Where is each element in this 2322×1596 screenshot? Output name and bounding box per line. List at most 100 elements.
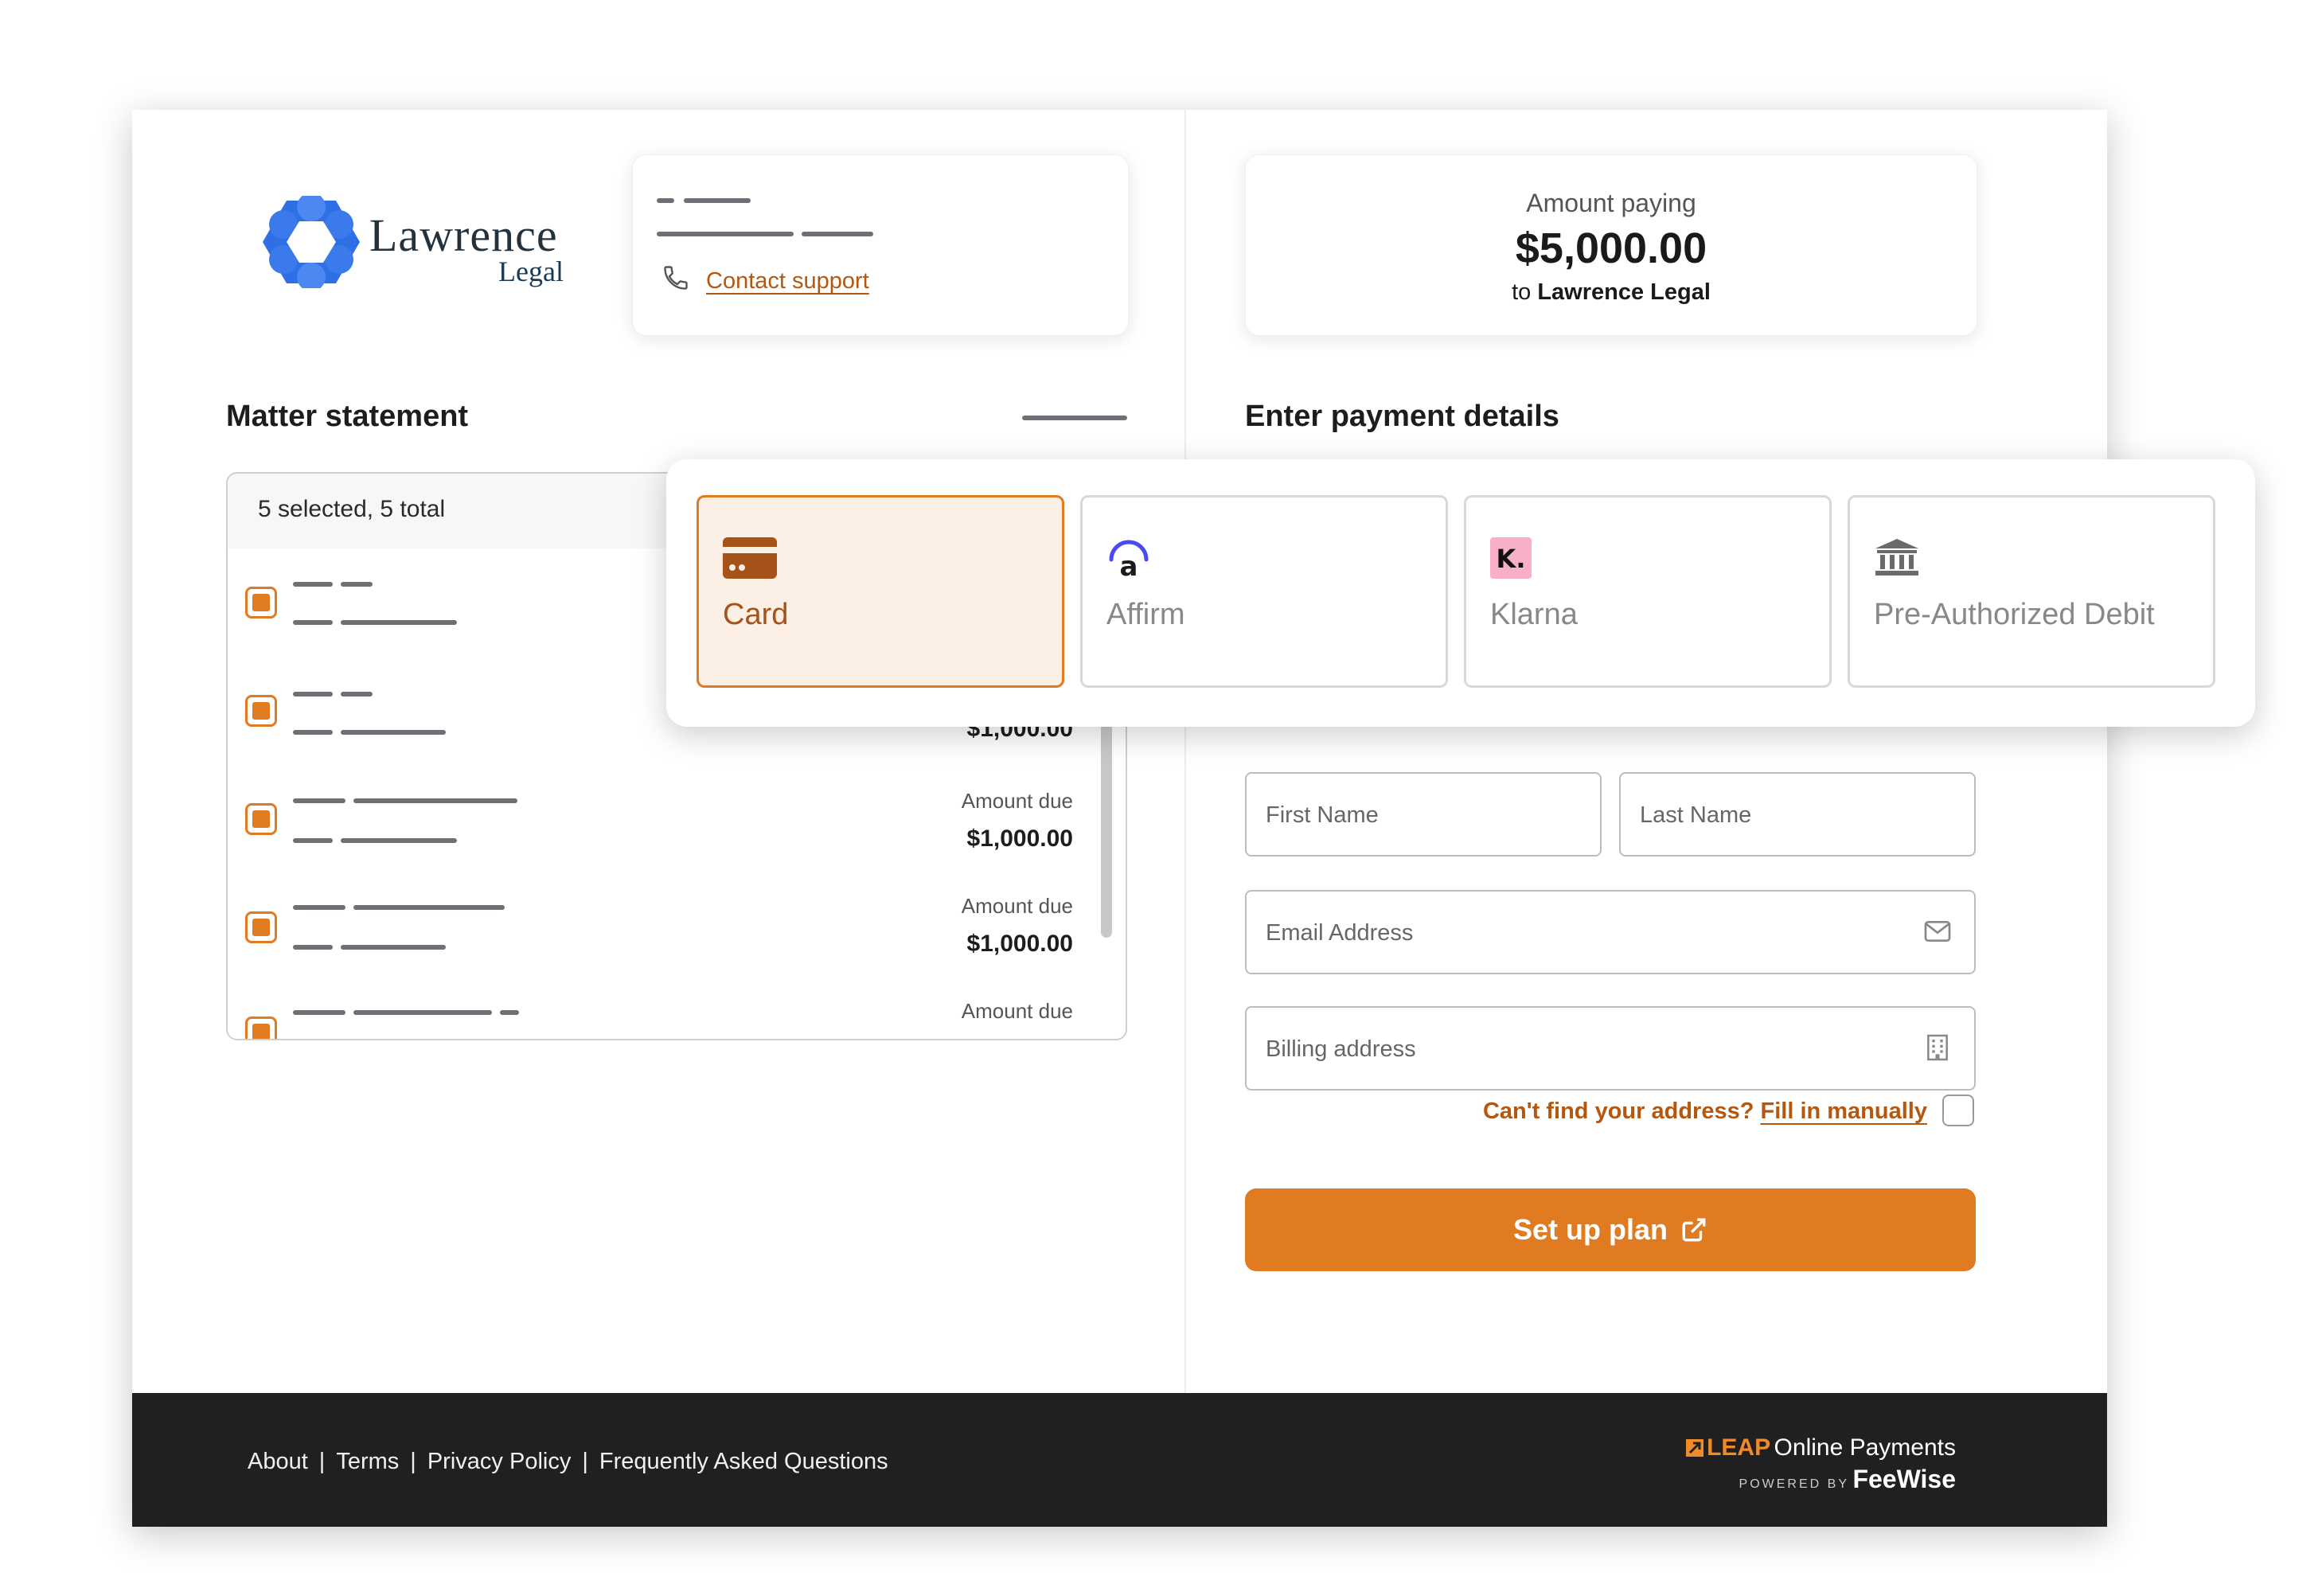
online-payments-label: Online Payments (1774, 1434, 1956, 1461)
payment-details-title: Enter payment details (1245, 400, 1559, 433)
placeholder-line (341, 582, 373, 587)
row-checkbox[interactable] (245, 1017, 277, 1039)
placeholder-line (293, 1010, 345, 1015)
support-card: Contact support (632, 154, 1129, 336)
placeholder-line (341, 838, 457, 843)
method-pre-authorized-debit[interactable]: Pre-Authorized Debit (1848, 495, 2215, 688)
placeholder-line (293, 620, 333, 625)
method-pad-label: Pre-Authorized Debit (1874, 598, 2155, 631)
payment-page: Lawrence Legal Contact support Matter st… (132, 110, 2107, 1527)
fill-in-manually-checkbox[interactable] (1942, 1095, 1974, 1126)
footer-link-about[interactable]: About (248, 1449, 308, 1474)
manual-question: Can't find your address? (1482, 1098, 1754, 1124)
amount-due-label: Amount due (961, 999, 1073, 1023)
method-affirm-label: Affirm (1106, 598, 1185, 631)
set-up-plan-label: Set up plan (1512, 1213, 1668, 1246)
amount-due-value: $1,000.00 (966, 931, 1073, 957)
first-name-field[interactable]: First Name (1245, 772, 1602, 857)
payment-method-selector: Card a Affirm K. Klarna Pre-Authorized D… (666, 459, 2255, 727)
table-scrollbar[interactable] (1101, 723, 1112, 938)
amount-to-prefix: to (1512, 279, 1532, 305)
method-card-label: Card (723, 598, 789, 631)
placeholder-line (293, 838, 333, 843)
placeholder-line (341, 730, 446, 735)
placeholder-line (353, 905, 505, 910)
separator: | (410, 1449, 416, 1474)
svg-text:a: a (1120, 551, 1138, 579)
placeholder-line (657, 198, 674, 203)
amount-recipient: to Lawrence Legal (1246, 279, 1977, 306)
affirm-logo-icon: a (1109, 540, 1149, 579)
amount-due-value: $1,000.00 (966, 825, 1073, 852)
placeholder-line (293, 945, 333, 950)
column-divider (1184, 110, 1186, 1393)
row-checkbox[interactable] (245, 695, 277, 727)
placeholder-line (500, 1010, 519, 1015)
external-link-icon (1682, 1218, 1706, 1242)
feewise-wordmark: FeeWise (1852, 1465, 1956, 1493)
collapse-toggle[interactable] (1022, 416, 1127, 420)
matter-statement-title: Matter statement (226, 400, 469, 433)
placeholder-line (341, 945, 446, 950)
first-name-placeholder: First Name (1266, 802, 1379, 828)
last-name-placeholder: Last Name (1640, 802, 1752, 828)
method-card[interactable]: Card (697, 495, 1064, 688)
page-footer: About | Terms | Privacy Policy | Frequently As… (132, 1393, 2107, 1527)
leap-logo-icon (1685, 1439, 1703, 1457)
placeholder-line (293, 730, 333, 735)
email-field[interactable]: Email Address (1245, 890, 1976, 974)
row-checkbox[interactable] (245, 911, 277, 943)
row-checkbox[interactable] (245, 587, 277, 618)
amount-card: Amount paying $5,000.00 to Lawrence Lega… (1245, 154, 1977, 336)
amount-due-label: Amount due (961, 789, 1073, 813)
placeholder-line (802, 232, 873, 236)
selection-summary: 5 selected, 5 total (258, 496, 446, 522)
table-row[interactable]: Amount due (228, 980, 1094, 1039)
table-row[interactable]: Amount due $1,000.00 (228, 765, 1094, 876)
svg-text:K.: K. (1497, 544, 1526, 574)
leap-brand-line: LEAP Online Payments (1685, 1434, 1956, 1461)
billing-address-field[interactable]: Billing address (1245, 1006, 1976, 1091)
leap-wordmark: LEAP (1707, 1434, 1771, 1461)
amount-label: Amount paying (1526, 189, 1696, 217)
placeholder-line (684, 198, 751, 203)
billing-address-placeholder: Billing address (1266, 1036, 1416, 1062)
placeholder-line (293, 692, 333, 697)
footer-link-faq[interactable]: Frequently Asked Questions (599, 1449, 888, 1474)
method-klarna-label: Klarna (1490, 598, 1578, 631)
klarna-logo-icon: K. (1490, 537, 1532, 579)
placeholder-line (353, 1010, 492, 1015)
building-icon (1927, 1034, 1948, 1061)
last-name-field[interactable]: Last Name (1619, 772, 1976, 857)
leap-brand: LEAP Online Payments POWERED BY FeeWise (1685, 1434, 1956, 1494)
powered-by-line: POWERED BY FeeWise (1686, 1465, 1956, 1494)
manual-address-prompt: Can't find your address? Fill in manuall… (1483, 1098, 1927, 1125)
method-affirm[interactable]: a Affirm (1080, 495, 1448, 688)
amount-to-name: Lawrence Legal (1537, 279, 1711, 305)
brand-name: Lawrence (369, 209, 558, 261)
brand-sub: Legal (498, 256, 564, 287)
placeholder-line (341, 692, 373, 697)
amount-due-label: Amount due (961, 894, 1073, 918)
placeholder-line (293, 905, 345, 910)
placeholder-line (293, 582, 333, 587)
bank-icon (1875, 539, 1918, 576)
row-checkbox[interactable] (245, 803, 277, 835)
placeholder-line (353, 798, 517, 803)
footer-link-terms[interactable]: Terms (336, 1449, 399, 1474)
set-up-plan-button[interactable]: Set up plan (1245, 1188, 1976, 1271)
footer-link-privacy[interactable]: Privacy Policy (427, 1449, 572, 1474)
lawrence-legal-logo-icon (263, 196, 360, 288)
contact-support-link[interactable]: Contact support (706, 268, 869, 295)
table-row[interactable]: Amount due $1,000.00 (228, 875, 1094, 981)
placeholder-line (657, 232, 794, 236)
separator: | (318, 1449, 326, 1474)
credit-card-icon (723, 537, 777, 579)
amount-value: $5,000.00 (1515, 224, 1707, 272)
powered-by-label: POWERED BY (1739, 1477, 1849, 1491)
method-klarna[interactable]: K. Klarna (1464, 495, 1832, 688)
mail-icon (1924, 921, 1951, 942)
email-placeholder: Email Address (1266, 920, 1414, 946)
placeholder-line (293, 798, 345, 803)
fill-in-manually-link[interactable]: Fill in manually (1761, 1098, 1928, 1124)
